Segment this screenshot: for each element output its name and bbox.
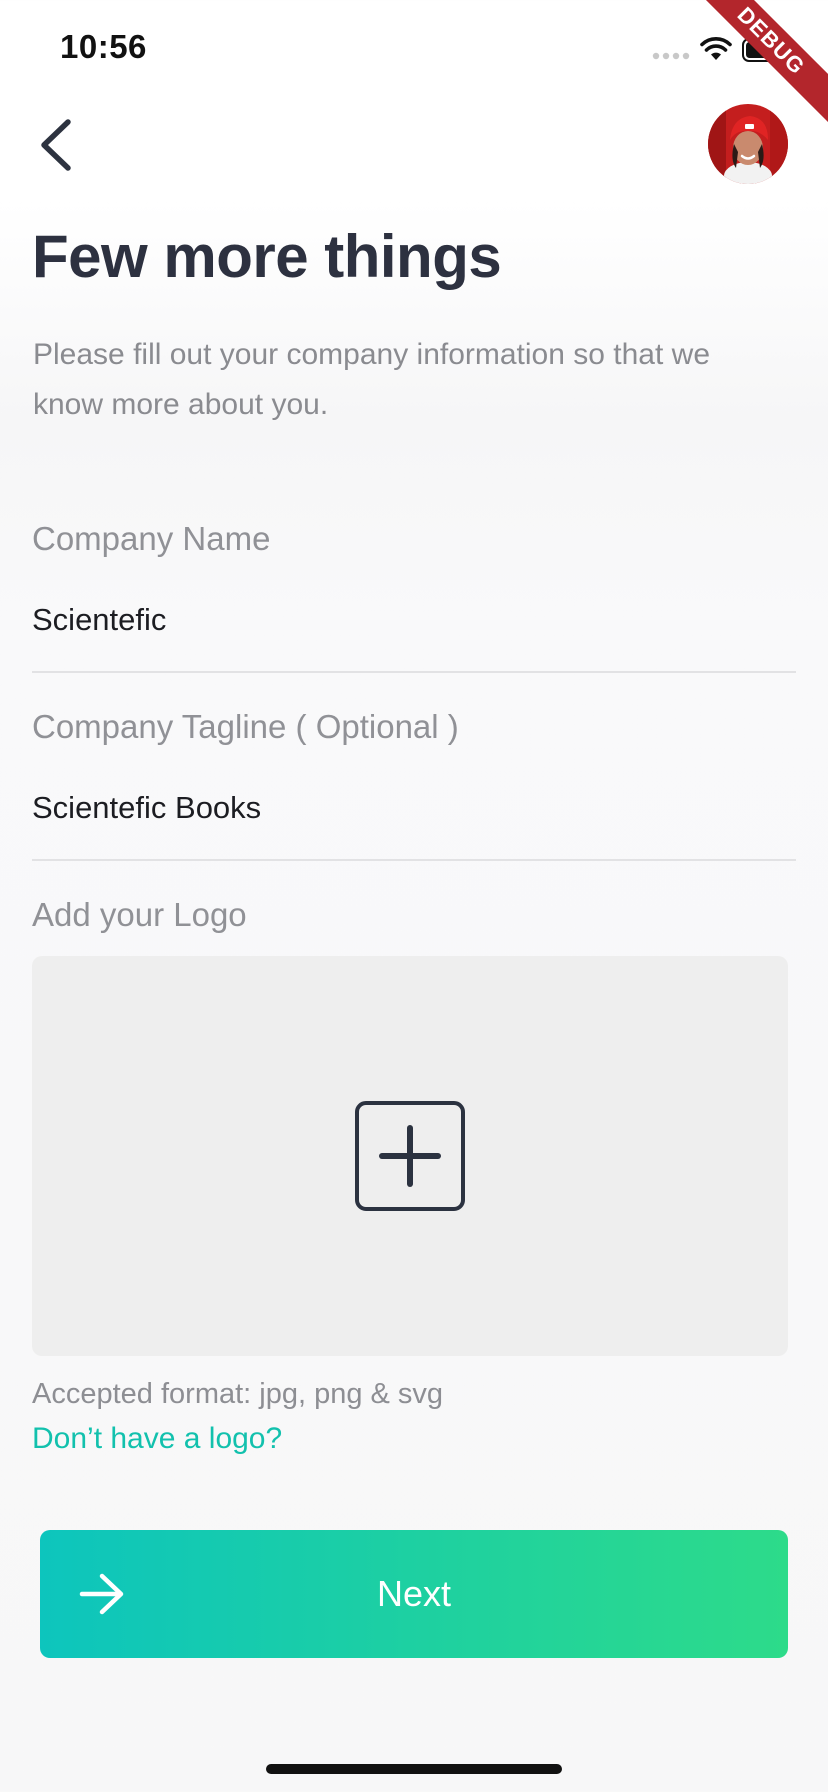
accepted-format-note: Accepted format: jpg, png & svg — [32, 1378, 444, 1410]
cellular-signal-icon — [652, 52, 690, 60]
home-indicator — [266, 1764, 562, 1774]
company-name-input[interactable] — [32, 602, 792, 638]
status-bar: 10:56 — [0, 0, 828, 100]
status-time: 10:56 — [60, 28, 147, 65]
wifi-icon — [700, 37, 732, 60]
page-subtitle: Please fill out your company information… — [33, 338, 711, 421]
logo-upload-area[interactable] — [32, 956, 788, 1356]
avatar[interactable] — [708, 104, 788, 184]
company-tagline-divider — [32, 859, 796, 861]
company-name-divider — [32, 671, 796, 673]
chevron-left-icon — [41, 119, 71, 171]
next-button-label: Next — [376, 1573, 452, 1614]
user-avatar-icon — [708, 104, 788, 184]
no-logo-link[interactable]: Don’t have a logo? — [32, 1422, 282, 1456]
logo-label: Add your Logo — [32, 896, 247, 933]
page-title: Few more things — [32, 223, 502, 290]
company-tagline-input[interactable] — [32, 790, 792, 826]
company-tagline-label: Company Tagline ( Optional ) — [32, 708, 459, 745]
company-name-label: Company Name — [32, 520, 271, 557]
next-button[interactable]: Next — [40, 1530, 788, 1658]
plus-square-icon — [355, 1101, 465, 1211]
back-button[interactable] — [30, 110, 90, 180]
